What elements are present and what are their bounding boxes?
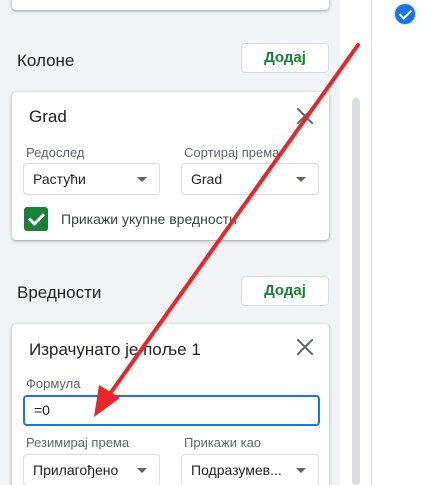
chevron-down-icon	[137, 177, 147, 182]
formula-input[interactable]: =0	[23, 395, 320, 426]
show-totals-checkbox[interactable]	[24, 207, 48, 231]
order-value: Растући	[33, 171, 86, 187]
pivot-editor-panel: Колоне Додај Grad Редослед Растући Сорти…	[0, 0, 360, 485]
chevron-down-icon	[137, 468, 147, 473]
scrollbar[interactable]	[350, 94, 362, 485]
previous-card	[12, 0, 329, 10]
summarize-by-label: Резимирај према	[26, 435, 130, 450]
values-heading: Вредности	[17, 283, 102, 302]
add-column-button[interactable]: Додај	[241, 43, 329, 73]
close-icon[interactable]	[294, 105, 316, 127]
sort-by-value: Grad	[191, 171, 223, 187]
value-card-title: Израчунато је поље 1	[29, 340, 201, 359]
scrollbar-thumb[interactable]	[352, 98, 360, 485]
summarize-by-value: Прилагођено	[33, 462, 119, 478]
check-circle-icon[interactable]	[395, 4, 415, 24]
sort-by-label: Сортирај према	[184, 145, 280, 160]
chevron-down-icon	[296, 177, 306, 182]
add-value-button[interactable]: Додај	[241, 276, 329, 306]
show-as-select[interactable]: Подразумев...	[181, 454, 319, 485]
close-icon[interactable]	[294, 336, 316, 358]
formula-value: =0	[34, 402, 50, 418]
chevron-down-icon	[296, 468, 306, 473]
sort-by-select[interactable]: Grad	[181, 163, 319, 195]
formula-label: Формула	[26, 376, 81, 391]
show-as-label: Прикажи као	[184, 435, 262, 450]
show-as-value: Подразумев...	[191, 462, 282, 478]
order-label: Редослед	[26, 145, 85, 160]
column-card-title: Grad	[29, 107, 67, 126]
order-select[interactable]: Растући	[23, 163, 160, 195]
panel-divider	[371, 0, 372, 485]
summarize-by-select[interactable]: Прилагођено	[23, 454, 160, 485]
columns-heading: Колоне	[17, 51, 75, 70]
show-totals-label: Прикажи укупне вредности	[61, 211, 237, 227]
